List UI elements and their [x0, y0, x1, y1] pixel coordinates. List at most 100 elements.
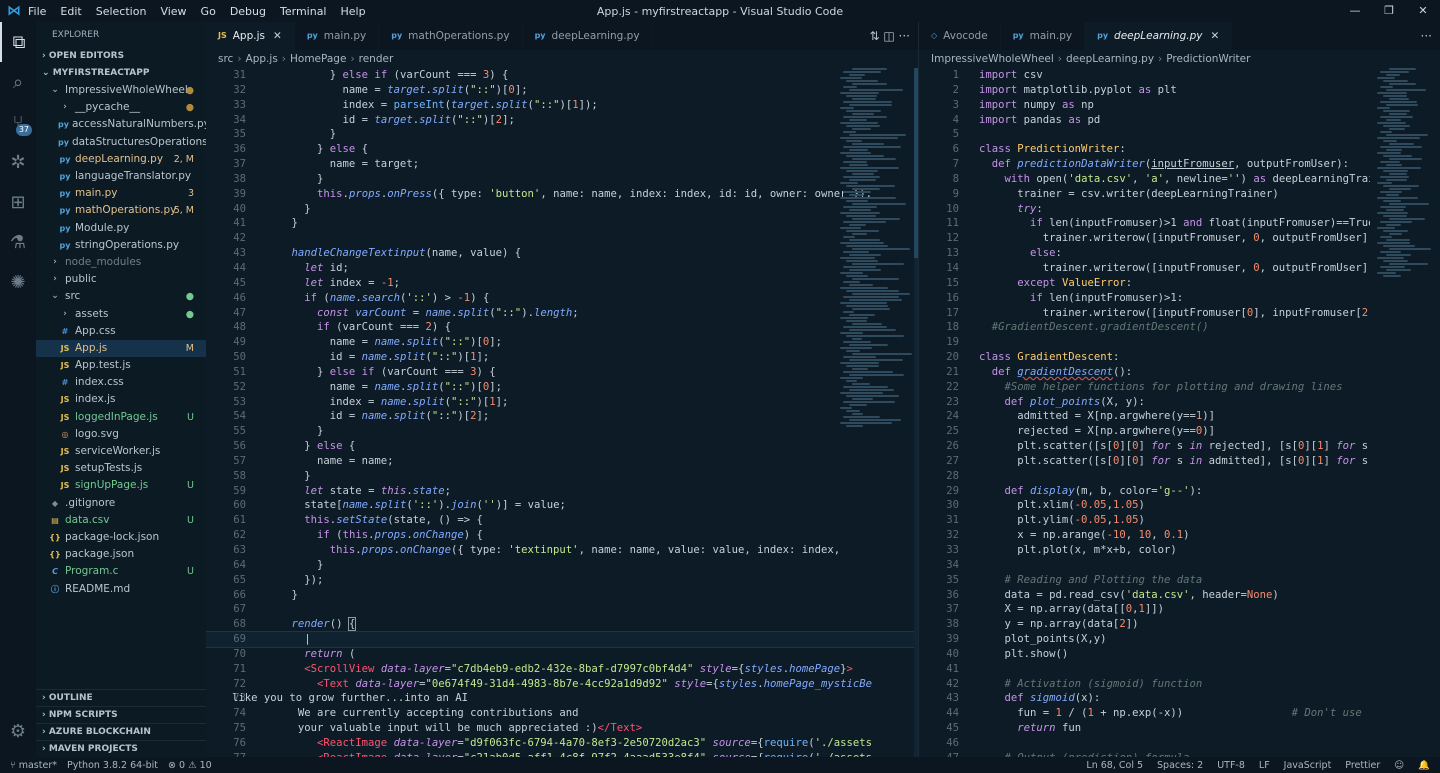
tree-item[interactable]: py dataStructuresOperations.py: [36, 134, 224, 151]
tree-item[interactable]: › __pycache__ ●: [36, 99, 206, 116]
tree-item[interactable]: ⌄ src ●: [36, 288, 206, 305]
minimap-line: [852, 338, 863, 340]
section-npm-scripts[interactable]: › NPM SCRIPTS: [36, 706, 206, 723]
settings-gear-icon[interactable]: ⚙: [0, 711, 36, 751]
tree-item[interactable]: # index.css: [36, 374, 206, 391]
close-tab-icon[interactable]: ✕: [1210, 22, 1219, 50]
language-mode[interactable]: JavaScript: [1284, 760, 1332, 771]
menu-item-help[interactable]: Help: [341, 5, 366, 18]
minimap-line: [843, 401, 895, 403]
git-branch[interactable]: ⑂ master*: [10, 760, 57, 771]
file-type-icon: py: [58, 120, 69, 130]
breadcrumb-item[interactable]: HomePage: [290, 53, 346, 65]
maximize-icon[interactable]: ❐: [1372, 0, 1406, 22]
remote-icon[interactable]: ✺: [0, 262, 36, 302]
project-section[interactable]: ⌄ MYFIRSTREACTAPP: [36, 65, 206, 82]
tree-item[interactable]: ◎ logo.svg: [36, 426, 206, 443]
minimap-line: [1383, 215, 1407, 217]
tree-item[interactable]: › assets ●: [36, 305, 206, 322]
tree-item[interactable]: py stringOperations.py: [36, 237, 206, 254]
tree-item[interactable]: JS setupTests.js: [36, 460, 206, 477]
tab-deeplearning-py[interactable]: py deepLearning.py ✕: [1085, 22, 1233, 50]
menu-item-file[interactable]: File: [28, 5, 46, 18]
breadcrumb-item[interactable]: render: [359, 53, 394, 65]
code-line: 37 X = np.array(data[[0,1]]): [919, 602, 1370, 617]
breadcrumb-item[interactable]: PredictionWriter: [1166, 53, 1250, 65]
indentation[interactable]: Spaces: 2: [1157, 760, 1203, 771]
close-tab-icon[interactable]: ✕: [273, 22, 282, 50]
tree-item[interactable]: JS serviceWorker.js: [36, 443, 206, 460]
editor-actions-right[interactable]: ···: [1421, 22, 1432, 50]
code-editor-deeplearning-py[interactable]: 1 import csv 2 import matplotlib.pyplot as …: [919, 68, 1370, 757]
tree-item[interactable]: py languageTranslator.py: [36, 168, 206, 185]
test-icon[interactable]: ⚗: [0, 222, 36, 262]
editor-actions[interactable]: ⇅ ◫ ···: [870, 22, 910, 50]
minimap-line: [849, 299, 903, 301]
menu-item-debug[interactable]: Debug: [230, 5, 266, 18]
encoding[interactable]: UTF-8: [1217, 760, 1245, 771]
debug-icon[interactable]: ✲: [0, 142, 36, 182]
menu-item-view[interactable]: View: [160, 5, 186, 18]
tree-item-label: logo.svg: [75, 427, 119, 440]
extensions-icon[interactable]: ⊞: [0, 182, 36, 222]
tree-item[interactable]: JS App.test.js: [36, 357, 206, 374]
minimize-icon[interactable]: —: [1338, 0, 1372, 22]
tree-item[interactable]: ⓘ README.md: [36, 580, 206, 597]
tab-app-js[interactable]: JS App.js ✕: [206, 22, 295, 50]
feedback-icon[interactable]: ☺: [1394, 760, 1404, 771]
tree-item[interactable]: ▤ data.csv U: [36, 512, 206, 529]
tree-item[interactable]: › public: [36, 271, 206, 288]
tab-main-py[interactable]: py main.py: [1001, 22, 1086, 50]
tab-main-py[interactable]: py main.py: [295, 22, 380, 50]
tree-item[interactable]: py mathOperations.py 5, M: [36, 202, 206, 219]
tree-item[interactable]: JS App.js M: [36, 339, 206, 357]
section-azure-blockchain[interactable]: › AZURE BLOCKCHAIN: [36, 723, 206, 740]
tree-item[interactable]: # App.css: [36, 323, 206, 340]
breadcrumb-item[interactable]: App.js: [246, 53, 278, 65]
cursor-position[interactable]: Ln 68, Col 5: [1086, 760, 1143, 771]
minimap[interactable]: [840, 68, 914, 757]
close-icon[interactable]: ✕: [1406, 0, 1440, 22]
python-interpreter[interactable]: Python 3.8.2 64-bit: [67, 760, 158, 771]
explorer-icon[interactable]: ⧉: [0, 22, 36, 62]
tree-item[interactable]: ◆ .gitignore: [36, 495, 206, 512]
minimap-right[interactable]: [1377, 68, 1433, 757]
menu-item-terminal[interactable]: Terminal: [280, 5, 327, 18]
tree-item[interactable]: ⌄ ImpressiveWholeWheel ●: [36, 82, 206, 99]
tree-item[interactable]: py accessNaturalNumbers.py: [36, 116, 210, 133]
section-maven-projects[interactable]: › MAVEN PROJECTS: [36, 740, 206, 757]
end-of-line[interactable]: LF: [1259, 760, 1270, 771]
tree-item[interactable]: py deepLearning.py 2, M: [36, 151, 206, 168]
tree-item[interactable]: JS signUpPage.js U: [36, 477, 206, 494]
line-number: 76: [233, 736, 246, 749]
notifications-icon[interactable]: 🔔: [1418, 760, 1430, 771]
open-editors-section[interactable]: › OPEN EDITORS: [36, 48, 206, 65]
tab-deeplearning-py[interactable]: py deepLearning.py: [523, 22, 653, 50]
menu-item-selection[interactable]: Selection: [96, 5, 147, 18]
code-line: 71 <ScrollView data-layer="c7db4eb9-edb2…: [206, 662, 918, 677]
code-editor-app-js[interactable]: 31 } else if (varCount === 3) {32 name =…: [206, 68, 918, 757]
search-icon[interactable]: ⌕: [0, 62, 36, 102]
tree-item[interactable]: {} package.json: [36, 546, 206, 563]
tree-item[interactable]: {} package-lock.json: [36, 529, 206, 546]
problems-count[interactable]: ⊗ 0 ⚠ 10: [168, 760, 212, 771]
tree-item[interactable]: py Module.py: [36, 220, 206, 237]
line-number: 53: [233, 395, 246, 408]
tree-item[interactable]: JS index.js: [36, 391, 206, 408]
source-control-icon[interactable]: ⑂ 37: [0, 102, 36, 142]
breadcrumb-item[interactable]: src: [218, 53, 233, 65]
tree-item[interactable]: C Program.c U: [36, 563, 206, 580]
tab-avocode[interactable]: ◇ Avocode: [919, 22, 1001, 50]
code-line: 51 } else if (varCount === 3) {: [206, 365, 918, 380]
menu-item-go[interactable]: Go: [201, 5, 216, 18]
breadcrumb-item[interactable]: ImpressiveWholeWheel: [931, 53, 1054, 65]
line-number: 36: [233, 143, 246, 156]
tree-item[interactable]: JS loggedInPage.js U: [36, 409, 206, 426]
section-outline[interactable]: › OUTLINE: [36, 689, 206, 706]
menu-item-edit[interactable]: Edit: [60, 5, 81, 18]
breadcrumb-item[interactable]: deepLearning.py: [1066, 53, 1154, 65]
tab-mathoperations-py[interactable]: py mathOperations.py: [379, 22, 523, 50]
formatter[interactable]: Prettier: [1345, 760, 1380, 771]
tree-item[interactable]: py main.py 3: [36, 185, 206, 202]
tree-item[interactable]: › node_modules: [36, 254, 206, 271]
